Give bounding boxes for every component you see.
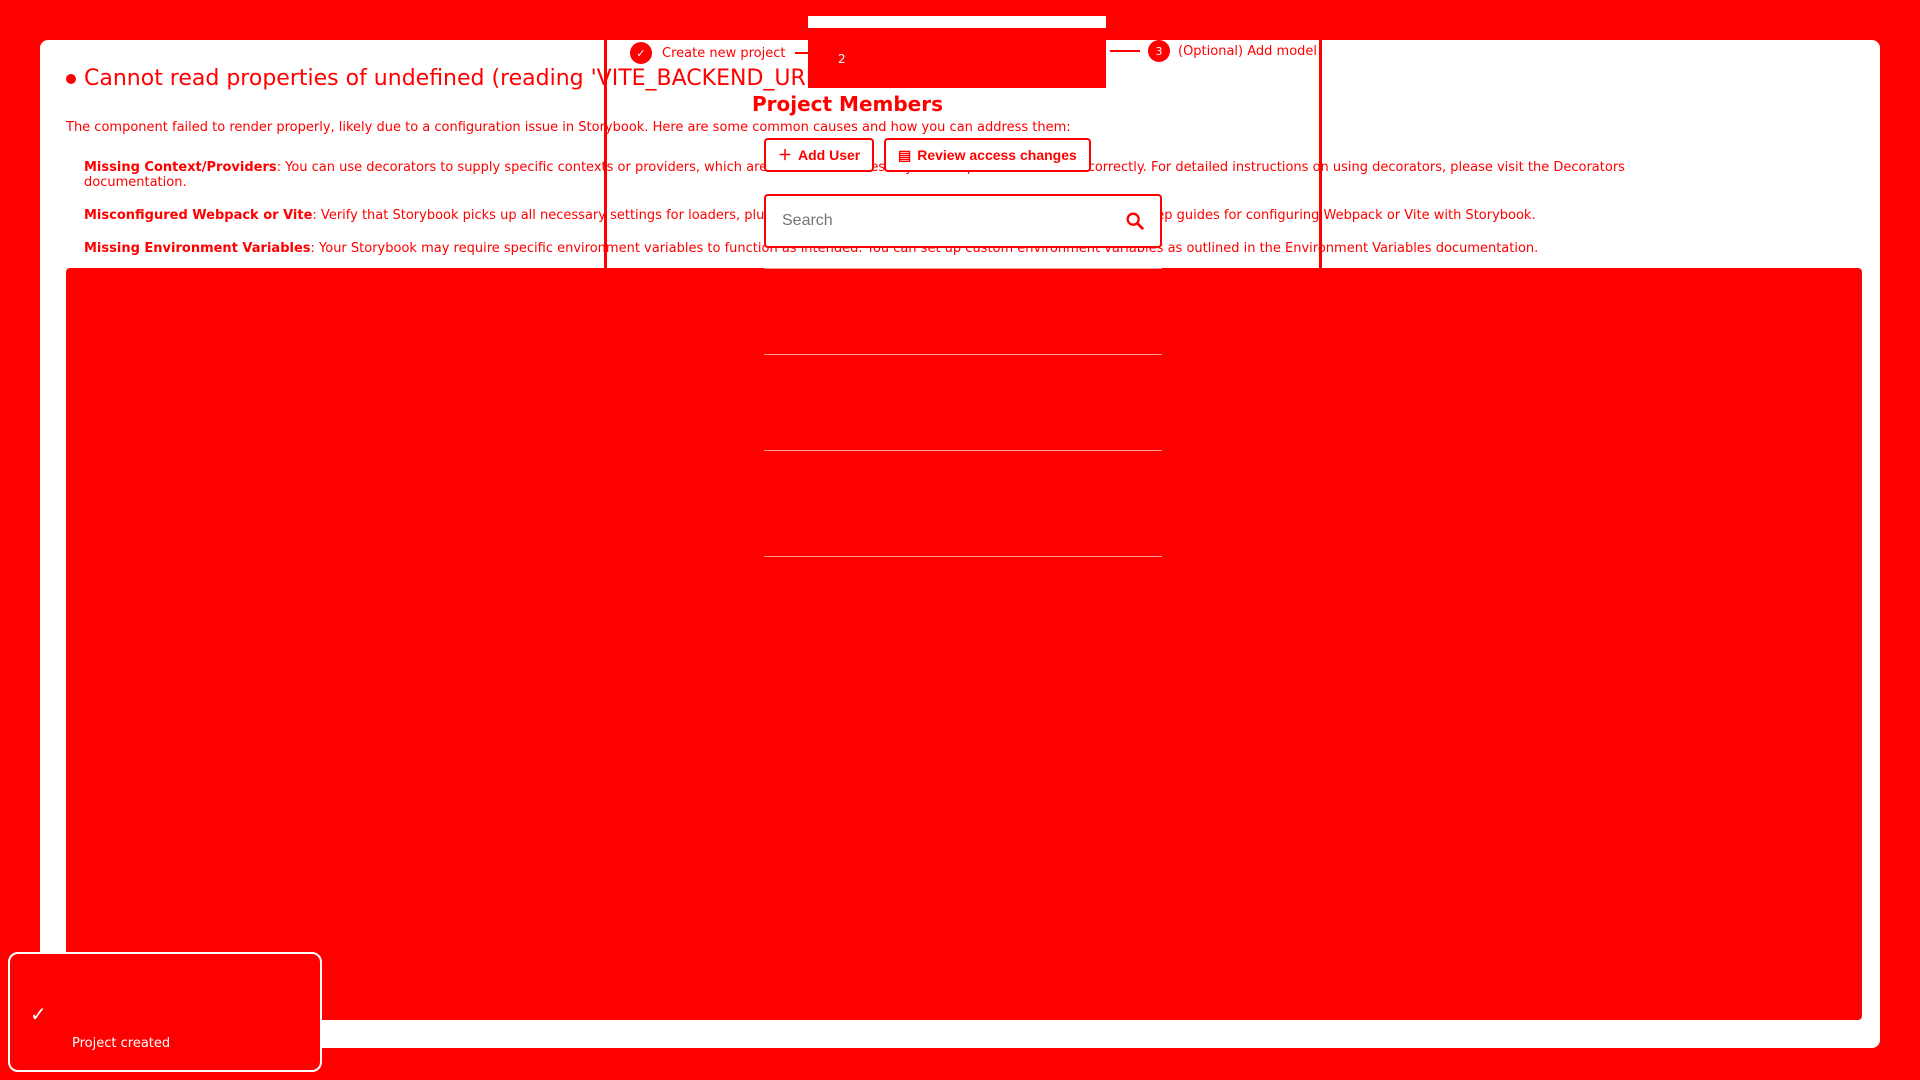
step-3-label: (Optional) Add model [1178,43,1318,59]
project-members-title: Project Members [752,92,944,116]
list-divider [764,450,1162,451]
error-cause-label: Missing Environment Variables [84,241,311,256]
review-access-label: Review access changes [917,147,1077,163]
check-icon: ✓ [630,42,652,64]
clipboard-icon: ▤ [898,146,912,163]
plus-icon: ＋ [778,147,792,163]
list-divider [764,354,1162,355]
member-search-field[interactable] [764,194,1162,248]
step-connector [1110,50,1140,52]
step-2-current: 2 [808,16,1106,88]
toast-message: Project created [72,1036,171,1051]
list-divider [764,556,1162,557]
list-divider [764,268,1162,269]
review-access-button[interactable]: ▤ Review access changes [884,138,1091,172]
add-user-label: Add User [798,147,861,163]
toast-notification: ✓ Project created [8,952,322,1072]
error-cause-label: Misconfigured Webpack or Vite [84,208,313,223]
error-cause-label: Missing Context/Providers [84,160,277,175]
step-3: 3 (Optional) Add model [1110,40,1317,62]
modal-column [604,18,1322,514]
error-dot-icon [66,73,76,84]
step-3-number: 3 [1148,40,1170,62]
add-user-button[interactable]: ＋ Add User [764,138,875,172]
check-icon: ✓ [30,1002,47,1026]
search-input[interactable] [780,211,1124,231]
step-1-label: Create new project [662,45,786,61]
search-icon[interactable] [1124,210,1146,232]
stepper: ✓ Create new project [630,40,826,66]
step-2-number: 2 [838,52,846,66]
